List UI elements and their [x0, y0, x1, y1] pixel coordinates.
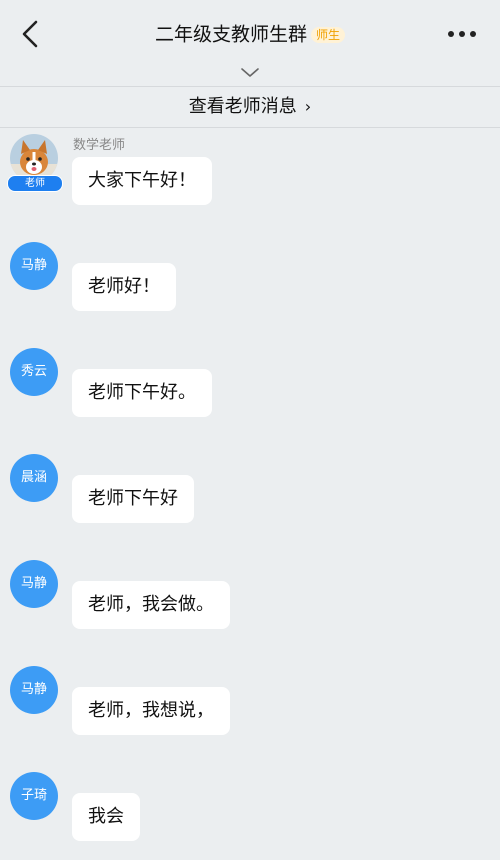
- message-bubble[interactable]: 老师下午好: [72, 475, 194, 523]
- avatar[interactable]: 马静: [10, 560, 58, 608]
- chat-header: 二年级支教师生群 师生: [0, 0, 500, 86]
- message-item: 马静 老师好！: [0, 240, 500, 314]
- message-bubble[interactable]: 我会: [72, 793, 140, 841]
- sender-name: 数学老师: [73, 138, 126, 153]
- message-bubble[interactable]: 老师，我想说，: [72, 687, 230, 735]
- avatar[interactable]: 马静: [10, 666, 58, 714]
- avatar[interactable]: 子琦: [10, 772, 58, 820]
- chevron-right-icon: ›: [304, 97, 312, 116]
- message-item: 马静 老师，我想说，: [0, 664, 500, 738]
- page-title: 二年级支教师生群: [154, 23, 307, 46]
- message-bubble[interactable]: 老师下午好。: [72, 369, 212, 417]
- message-item: 晨涵 老师下午好: [0, 452, 500, 526]
- view-teacher-messages-label: 查看老师消息: [188, 96, 297, 117]
- avatar[interactable]: 晨涵: [10, 454, 58, 502]
- message-item: 马静 老师，我会做。: [0, 558, 500, 632]
- avatar[interactable]: 马静: [10, 242, 58, 290]
- more-horizontal-icon: [448, 31, 476, 37]
- avatar[interactable]: 秀云: [10, 348, 58, 396]
- message-item: 秀云 老师下午好。: [0, 346, 500, 420]
- message-bubble[interactable]: 老师好！: [72, 263, 176, 311]
- more-button[interactable]: [446, 24, 480, 44]
- group-type-badge: 师生: [311, 26, 346, 43]
- message-item: 子琦 我会: [0, 770, 500, 844]
- view-teacher-messages[interactable]: 查看老师消息 ›: [0, 86, 500, 128]
- message-item: 老师 数学老师 大家下午好！: [0, 132, 500, 212]
- expand-button[interactable]: [240, 64, 260, 77]
- message-bubble[interactable]: 老师，我会做。: [72, 581, 230, 629]
- message-bubble[interactable]: 大家下午好！: [72, 157, 212, 205]
- role-tag: 老师: [7, 175, 63, 192]
- title-area: 二年级支教师生群 师生: [0, 18, 500, 50]
- chevron-down-icon: [241, 68, 259, 77]
